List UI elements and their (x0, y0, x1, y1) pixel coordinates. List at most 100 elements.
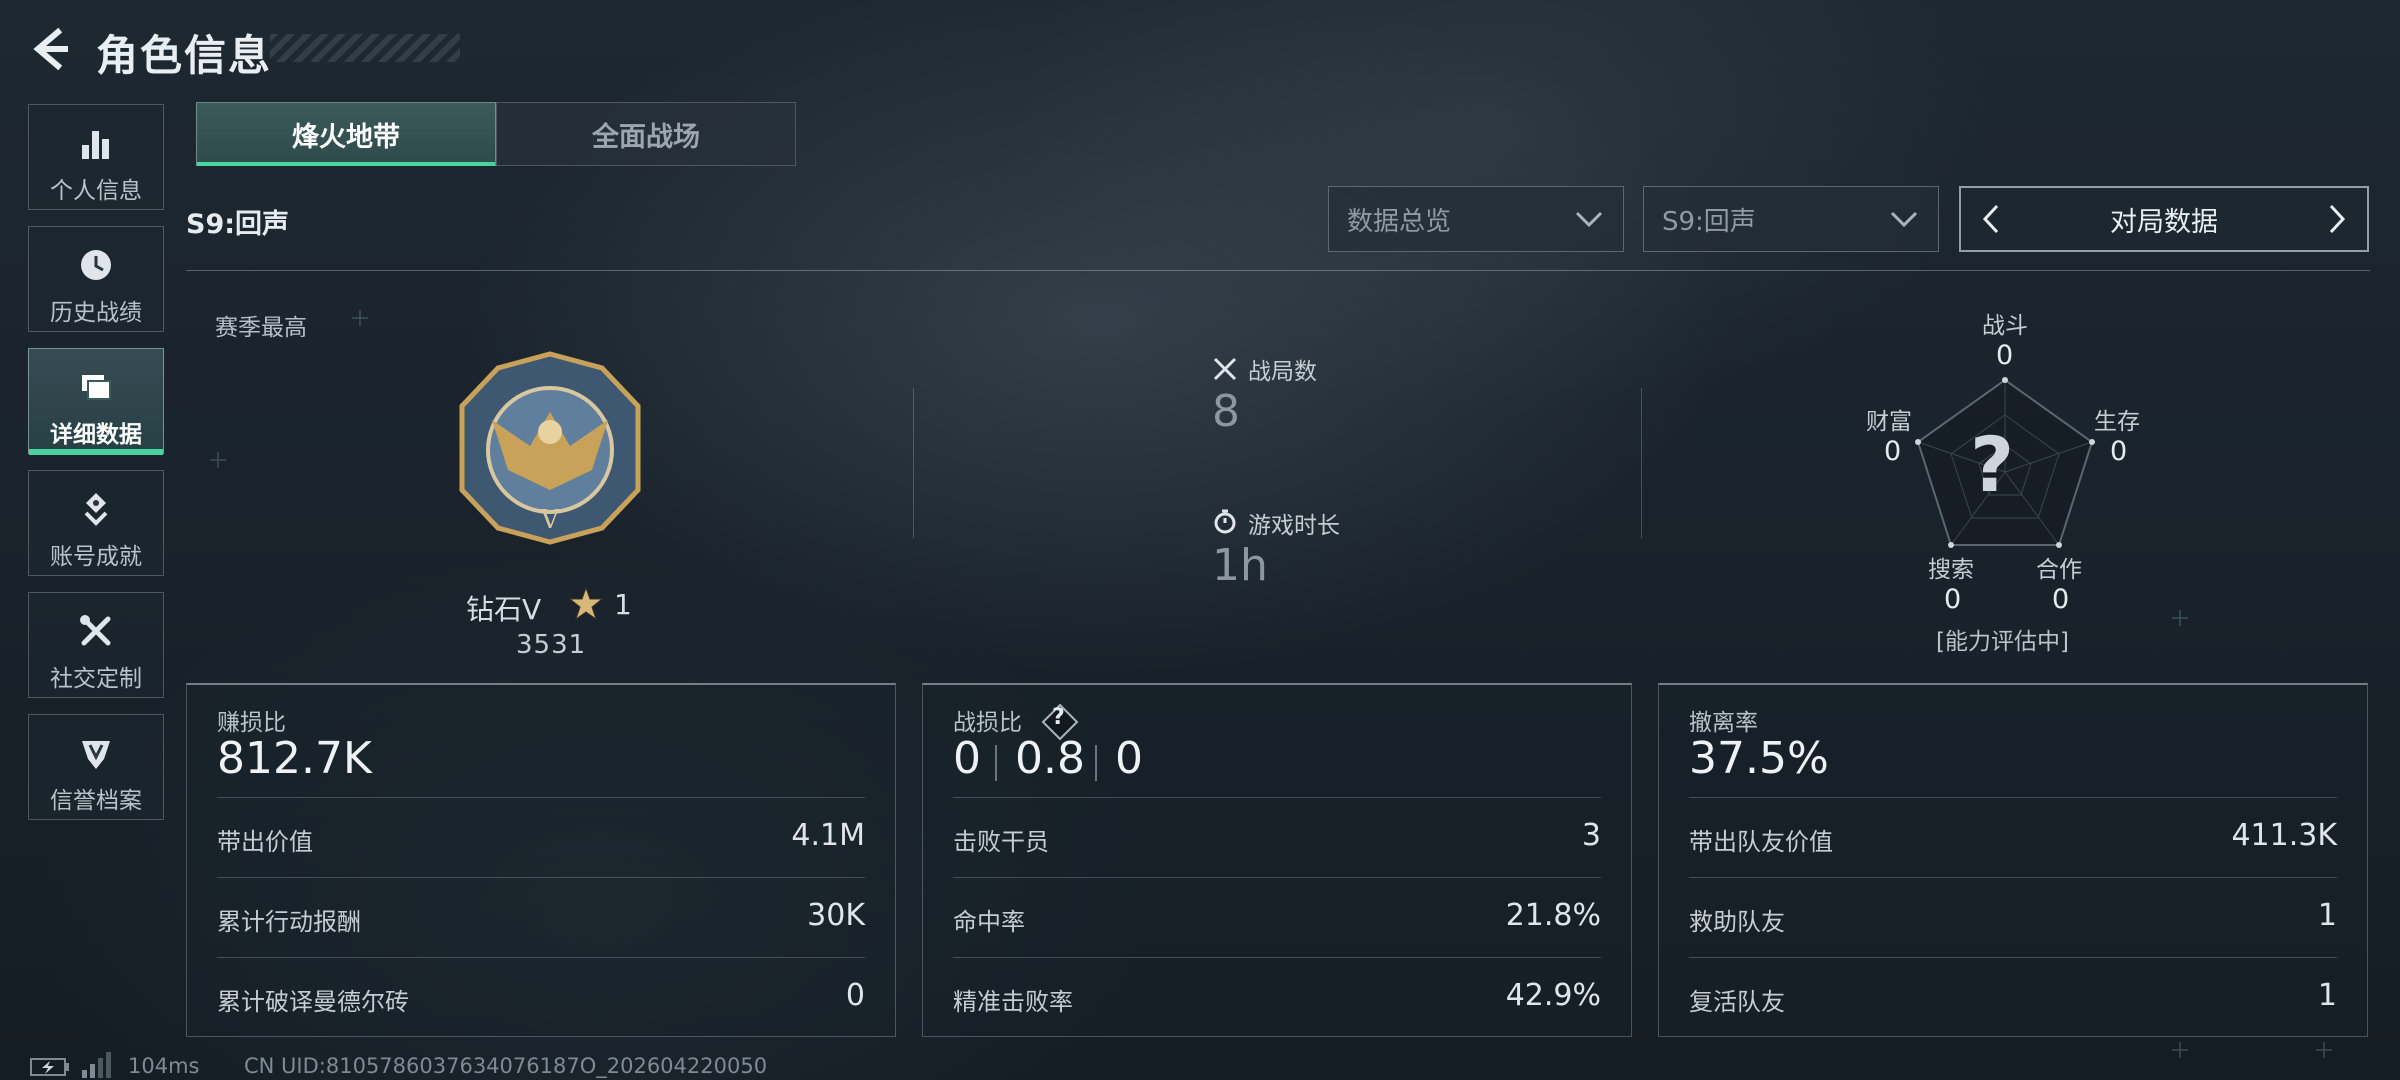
playtime-value: 1h (1212, 540, 1268, 591)
stat-value: 21.8% (1505, 898, 1601, 933)
panel-title: 撤离率 (1689, 710, 1758, 736)
season-dropdown[interactable]: S9:回声 (1643, 186, 1939, 252)
radar-value-cooperation: 0 (2052, 584, 2070, 615)
stat-row: 救助队友 1 (1689, 877, 2337, 958)
data-type-pager: 对局数据 (1959, 186, 2369, 252)
chevron-down-icon (1575, 211, 1603, 228)
divider (913, 388, 914, 538)
stopwatch-icon (1214, 509, 1236, 534)
crossed-swords-icon (1213, 357, 1237, 381)
sidebar-item-personal-info[interactable]: 个人信息 (28, 104, 164, 210)
sidebar-item-label: 社交定制 (50, 666, 142, 692)
radar-label-search: 搜索 (1928, 557, 1974, 583)
back-arrow-icon[interactable] (28, 26, 74, 72)
stat-row: 击败干员 3 (953, 797, 1601, 878)
combat-panel: 战损比 ? 0 0.8 0 击败干员 3 命中率 21.8% 精准击败率 42.… (922, 683, 1632, 1037)
sidebar-item-label: 信誉档案 (50, 788, 142, 814)
pager-label: 对局数据 (2110, 206, 2218, 238)
matches-value: 8 (1212, 386, 1240, 437)
tab-full-battlefield[interactable]: 全面战场 (496, 102, 796, 166)
view-dropdown[interactable]: 数据总览 (1328, 186, 1624, 252)
star-icon (568, 586, 604, 621)
radar-status: [能力评估中] (1936, 629, 2069, 655)
stat-row: 带出价值 4.1M (217, 797, 865, 878)
stat-value: 30K (807, 898, 865, 933)
chevron-right-icon[interactable] (2319, 202, 2353, 236)
matches-label: 战局数 (1248, 359, 1317, 385)
kda-kills: 0 (953, 733, 981, 784)
divider (186, 270, 2370, 271)
rank-name: 钻石V (466, 593, 542, 626)
radar-value-search: 0 (1944, 584, 1962, 615)
folder-stack-icon (82, 375, 111, 400)
sidebar-item-label: 详细数据 (50, 422, 142, 448)
radar-value-survival: 0 (2110, 436, 2128, 467)
bar-chart-icon (82, 131, 109, 159)
stat-row: 带出队友价值 411.3K (1689, 797, 2337, 878)
stat-value: 1 (2317, 898, 2337, 933)
radar-label-survival: 生存 (2094, 409, 2140, 435)
radar-label-wealth: 财富 (1866, 409, 1912, 435)
kda-deaths: 0 (1115, 733, 1143, 784)
crosshair-decoration (2316, 1042, 2332, 1058)
panel-title: 赚损比 (217, 710, 286, 736)
sidebar-item-label: 个人信息 (50, 178, 142, 204)
sidebar-item-label: 历史战绩 (50, 300, 142, 326)
sidebar-item-achievements[interactable]: 账号成就 (28, 470, 164, 576)
stat-label: 带出队友价值 (1689, 828, 1833, 856)
achievement-badge-icon (84, 493, 108, 526)
stat-label: 复活队友 (1689, 988, 1785, 1016)
chevron-left-icon[interactable] (1975, 202, 2009, 236)
help-icon-glyph: ? (1052, 705, 1065, 730)
user-uid: CN UID:8105786037634076187O_202604220050 (244, 1054, 768, 1078)
stat-label: 累计行动报酬 (217, 908, 361, 936)
extraction-panel: 撤离率 37.5% 带出队友价值 411.3K 救助队友 1 复活队友 1 (1658, 683, 2368, 1037)
stat-row: 复活队友 1 (1689, 957, 2337, 1038)
sidebar-item-detailed-data[interactable]: 详细数据 (28, 348, 164, 455)
title-decoration (270, 34, 460, 62)
sidebar-item-social-custom[interactable]: 社交定制 (28, 592, 164, 698)
signal-icon (82, 1052, 111, 1078)
radar-value-combat: 0 (1996, 340, 2014, 371)
season-title: S9:回声 (186, 209, 290, 240)
crosshair-decoration (352, 310, 368, 326)
battery-icon (30, 1058, 69, 1076)
profit-panel: 赚损比 812.7K 带出价值 4.1M 累计行动报酬 30K 累计破译曼德尔砖… (186, 683, 896, 1037)
rank-score: 3531 (516, 630, 587, 660)
view-dropdown-value: 数据总览 (1347, 206, 1452, 237)
sidebar-item-label: 账号成就 (50, 544, 142, 570)
crosshair-decoration (2172, 1042, 2188, 1058)
kda-ratio: 0.8 (1015, 733, 1085, 784)
tab-firezone[interactable]: 烽火地带 (196, 102, 496, 166)
stat-label: 带出价值 (217, 828, 313, 856)
divider (995, 745, 997, 781)
stat-label: 累计破译曼德尔砖 (217, 988, 409, 1016)
stat-label: 击败干员 (953, 828, 1049, 856)
rank-star-count: 1 (614, 588, 632, 621)
stat-value: 1 (2317, 978, 2337, 1013)
sidebar-item-match-history[interactable]: 历史战绩 (28, 226, 164, 332)
stat-value: 411.3K (2231, 818, 2337, 853)
divider (1095, 745, 1097, 781)
radar-label-combat: 战斗 (1982, 313, 2028, 339)
rank-medal-icon: V (459, 351, 641, 545)
season-dropdown-value: S9:回声 (1662, 206, 1756, 237)
panel-value: 37.5% (1689, 733, 1829, 784)
stat-value: 4.1M (791, 818, 865, 853)
stat-value: 3 (1581, 818, 1601, 853)
stat-value: 0 (845, 978, 865, 1013)
ping-readout: 104ms (128, 1054, 200, 1078)
stat-row: 累计破译曼德尔砖 0 (217, 957, 865, 1038)
stat-label: 精准击败率 (953, 988, 1073, 1016)
panel-title: 战损比 (953, 710, 1022, 736)
svg-text:V: V (540, 505, 561, 535)
sidebar-item-credit-file[interactable]: 信誉档案 (28, 714, 164, 820)
divider (1641, 388, 1642, 538)
crosshair-decoration (210, 452, 226, 468)
page-title: 角色信息 (96, 31, 273, 80)
stat-row: 精准击败率 42.9% (953, 957, 1601, 1038)
shield-emblem-icon (82, 741, 110, 769)
stat-row: 累计行动报酬 30K (217, 877, 865, 958)
crosshair-decoration (2172, 610, 2188, 626)
panel-value: 812.7K (217, 733, 372, 784)
